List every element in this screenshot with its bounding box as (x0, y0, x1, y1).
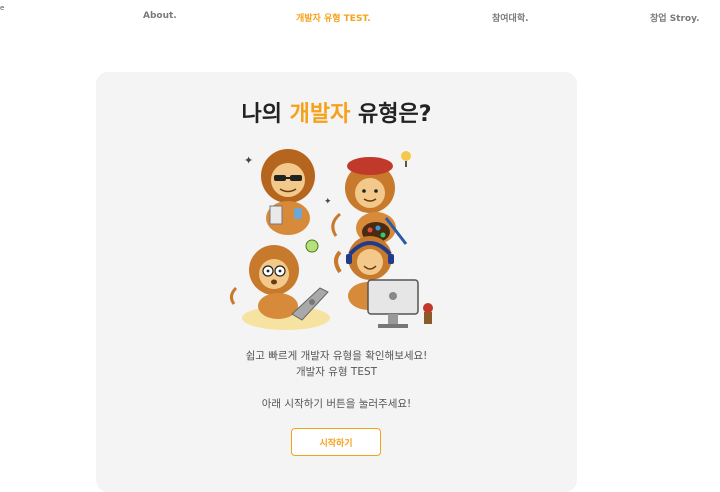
title-prefix: 나의 (241, 102, 290, 127)
lion-laptop-icon (229, 239, 330, 330)
nav-startup-story[interactable]: 창업 Stroy. (650, 11, 700, 24)
lion-artist-icon (331, 151, 411, 245)
lion-desktop-icon (334, 236, 433, 328)
page-title: 나의 개발자 유형은? (96, 96, 577, 128)
test-intro-card: 나의 개발자 유형은? ✦ ✦ 쉽고 빠르게 개발자 유형을 확인해보세요! 개… (96, 72, 577, 492)
title-accent: 개발자 (289, 102, 351, 127)
top-nav: About. 개발자 유형 TEST. 참여대학. 창업 Stroy. (0, 0, 720, 34)
svg-text:✦: ✦ (244, 154, 253, 167)
svg-text:✦: ✦ (324, 197, 332, 207)
description-line-2: 개발자 유형 TEST (295, 366, 378, 378)
description-line-1: 쉽고 빠르게 개발자 유형을 확인해보세요! (245, 350, 428, 362)
description-line-3: 아래 시작하기 버튼을 눌러주세요! (261, 398, 412, 410)
lion-developers-illustration: ✦ ✦ (229, 149, 433, 330)
nav-dev-type-test[interactable]: 개발자 유형 TEST. (296, 11, 371, 24)
start-button[interactable]: 시작하기 (291, 428, 381, 456)
nav-about[interactable]: About. (143, 11, 177, 21)
lion-sunglasses-icon: ✦ ✦ (244, 149, 332, 235)
title-suffix: 유형은? (350, 102, 432, 127)
nav-participating-universities[interactable]: 참여대학. (492, 11, 529, 24)
